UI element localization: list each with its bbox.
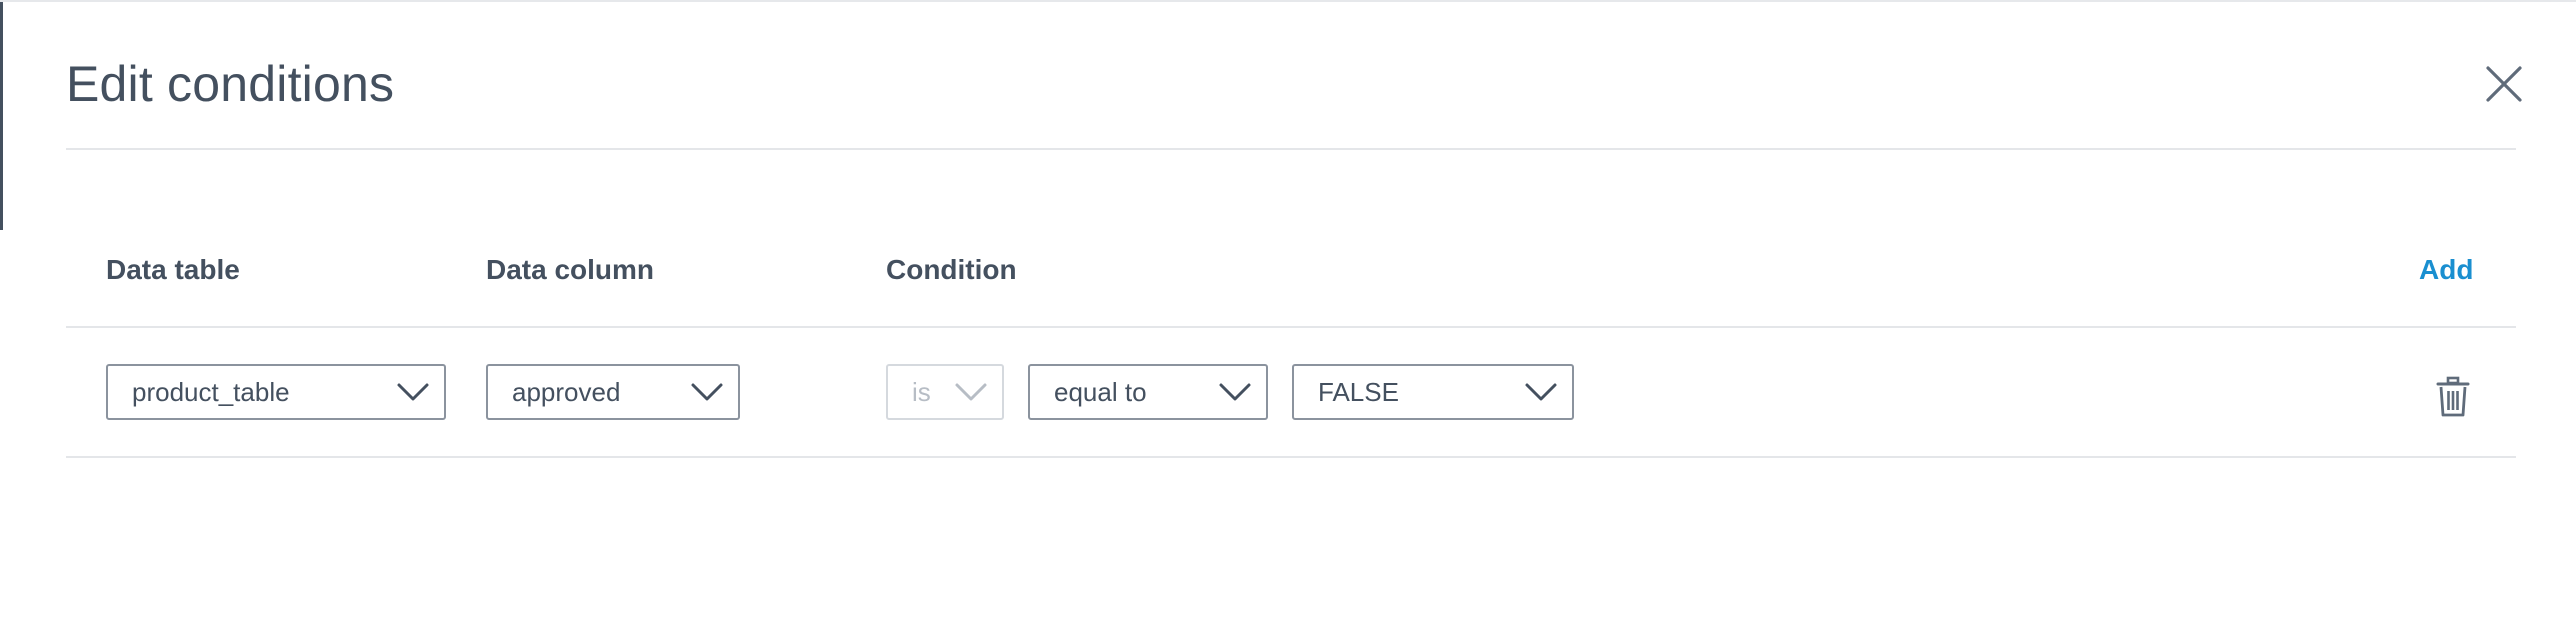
background-edge xyxy=(0,2,3,230)
table-header-divider xyxy=(66,326,2516,328)
dialog-title: Edit conditions xyxy=(66,56,395,112)
condition-operator-value: equal to xyxy=(1054,377,1147,407)
edit-conditions-dialog: Edit conditions Data table Data column C… xyxy=(0,0,2576,640)
add-condition-link[interactable]: Add xyxy=(2419,253,2473,287)
data-table-value: product_table xyxy=(132,377,290,407)
delete-condition-button[interactable] xyxy=(2436,376,2470,418)
data-column-select[interactable]: approved xyxy=(486,364,740,420)
column-header-data-table: Data table xyxy=(106,254,240,285)
chevron-down-icon xyxy=(1525,383,1557,401)
close-button[interactable] xyxy=(2484,64,2524,104)
data-table-select[interactable]: product_table xyxy=(106,364,446,420)
condition-value: FALSE xyxy=(1318,377,1399,407)
condition-qualifier-value: is xyxy=(912,377,931,407)
condition-value-select[interactable]: FALSE xyxy=(1292,364,1574,420)
row-divider xyxy=(66,456,2516,458)
column-header-data-column: Data column xyxy=(486,254,655,285)
header-divider xyxy=(66,148,2516,150)
data-column-value: approved xyxy=(512,377,621,407)
chevron-down-icon xyxy=(955,383,987,401)
condition-operator-select[interactable]: equal to xyxy=(1028,364,1268,420)
chevron-down-icon xyxy=(1219,383,1251,401)
trash-icon xyxy=(2436,376,2470,417)
chevron-down-icon xyxy=(691,383,723,401)
condition-qualifier-select: is xyxy=(886,364,1004,420)
column-header-condition: Condition xyxy=(886,254,1017,285)
close-icon xyxy=(2486,66,2522,102)
chevron-down-icon xyxy=(397,383,429,401)
